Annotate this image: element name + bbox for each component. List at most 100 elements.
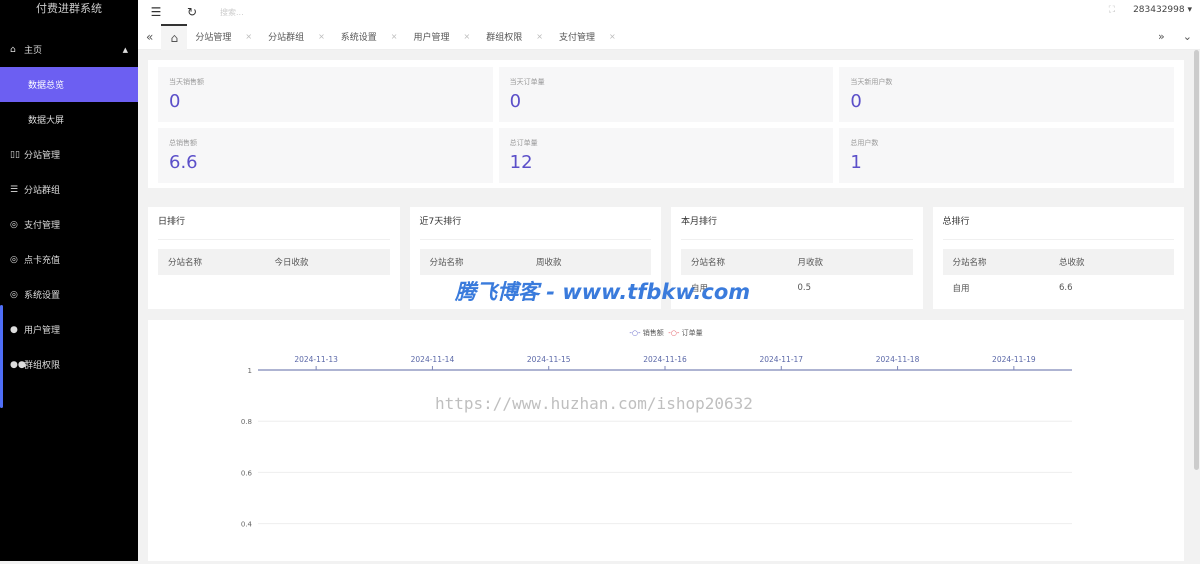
column-header: 总收款 bbox=[1049, 249, 1174, 275]
chart-legend: -○- 销售额 -○- 订单量 bbox=[629, 329, 703, 337]
tab-label: 系统设置 bbox=[340, 33, 377, 43]
sidebar-item[interactable]: ◎ 系统设置 bbox=[0, 277, 138, 312]
table-cell: 6.6 bbox=[1059, 283, 1073, 293]
app-title: 付费进群系统 bbox=[36, 2, 102, 15]
tab[interactable]: 分站群组 × bbox=[260, 24, 333, 50]
sidebar-item-label: 分站群组 bbox=[24, 186, 61, 196]
x-tick-label: 2024-11-18 bbox=[876, 355, 920, 364]
y-tick-label: 0.6 bbox=[241, 469, 253, 477]
user-menu[interactable]: 283432998 ▾ bbox=[1133, 5, 1192, 15]
stat-value: 0 bbox=[509, 91, 522, 112]
x-tick-label: 2024-11-16 bbox=[643, 355, 687, 364]
stat-label: 总销售额 bbox=[169, 139, 197, 147]
refresh-icon[interactable]: ↻ bbox=[174, 5, 210, 19]
sidebar-highlight bbox=[0, 305, 3, 408]
sidebar-item[interactable]: ☰ 分站群组 bbox=[0, 172, 138, 207]
tab-bar: « ⌂ 分站管理 × 分站群组 × 系统设置 × 用户管理 × 群组权限 × 支付管理 × » ⌄ bbox=[138, 23, 1200, 50]
close-icon[interactable]: × bbox=[318, 32, 325, 41]
sidebar-item-label: 数据总览 bbox=[28, 81, 65, 91]
sidebar-item-label: 系统设置 bbox=[24, 291, 61, 301]
shield-icon: ◎ bbox=[10, 254, 18, 265]
tab[interactable]: 支付管理 × bbox=[551, 24, 624, 50]
menu-toggle-icon[interactable]: ☰ bbox=[138, 5, 174, 19]
ranking-title: 本月排行 bbox=[681, 214, 913, 240]
sidebar-item[interactable]: ◎ 支付管理 bbox=[0, 207, 138, 242]
tab-label: 支付管理 bbox=[558, 33, 595, 43]
y-tick-label: 1 bbox=[248, 367, 252, 375]
top-bar: ☰ ↻ 搜索... ⛶ 283432998 ▾ bbox=[138, 0, 1200, 24]
table-cell: 自用 bbox=[952, 284, 970, 294]
sidebar-item[interactable]: 数据总览 bbox=[0, 67, 138, 102]
watermark: https://www.huzhan.com/ishop20632 bbox=[435, 394, 753, 413]
watermark: 腾飞博客 - www.tfbkw.com bbox=[455, 280, 751, 304]
sidebar-item[interactable]: ⌂ 主页 ▲ bbox=[0, 32, 138, 67]
tab[interactable]: 系统设置 × bbox=[333, 24, 406, 50]
tab-home[interactable]: ⌂ bbox=[161, 23, 188, 50]
stat-value: 0 bbox=[169, 91, 181, 112]
fullscreen-icon[interactable]: ⛶ bbox=[1109, 5, 1115, 15]
search-input[interactable]: 搜索... bbox=[220, 7, 244, 18]
sales-chart: -○- 销售额 -○- 订单量 10.80.60.40.22024-11-132… bbox=[148, 320, 1184, 561]
x-tick-label: 2024-11-13 bbox=[294, 355, 338, 364]
tab-label: 用户管理 bbox=[413, 33, 450, 43]
sidebar-item-label: 群组权限 bbox=[24, 361, 61, 371]
sidebar-item[interactable]: ●● 群组权限 bbox=[0, 347, 138, 382]
sidebar-item-label: 主页 bbox=[24, 46, 43, 56]
tab[interactable]: 群组权限 × bbox=[478, 24, 551, 50]
x-tick-label: 2024-11-15 bbox=[527, 355, 571, 364]
table-row: 自用 6.6 bbox=[943, 275, 1175, 301]
sidebar-nav: ⌂ 主页 ▲ 数据总览 数据大屏 ▯▯ 分站管理 ☰ 分站群组 ◎ 支付管理 ◎ 点卡充值 ◎ 系统设置 ● 用… bbox=[0, 32, 138, 382]
sidebar: 付费进群系统 ⌂ 主页 ▲ 数据总览数据大屏 ▯▯ 分站管理 ☰ 分站群组 ◎ 支付管理 ◎ 点卡充值… bbox=[0, 0, 138, 561]
stat-value: 6.6 bbox=[169, 152, 198, 173]
table-header: 分站名称 总收款 bbox=[942, 249, 1174, 275]
sidebar-item-label: 用户管理 bbox=[24, 326, 61, 336]
table-header: 分站名称 月收款 bbox=[681, 249, 913, 275]
sidebar-item-label: 支付管理 bbox=[24, 221, 61, 231]
legend-orders[interactable]: 订单量 bbox=[682, 329, 703, 337]
stat-card: 当天销售额 0 bbox=[158, 67, 493, 122]
chevron-down-icon[interactable]: ⌄ bbox=[1183, 30, 1192, 43]
sidebar-item[interactable]: ● 用户管理 bbox=[0, 312, 138, 347]
tab[interactable]: 用户管理 × bbox=[406, 24, 479, 50]
column-header: 分站名称 bbox=[158, 249, 265, 275]
scroll-left-icon[interactable]: « bbox=[138, 24, 161, 50]
close-icon[interactable]: × bbox=[391, 32, 398, 41]
close-icon[interactable]: × bbox=[245, 32, 252, 41]
stat-value: 1 bbox=[850, 152, 862, 173]
chart-plot: 10.80.60.40.22024-11-132024-11-142024-11… bbox=[241, 355, 1072, 529]
legend-sales[interactable]: 销售额 bbox=[643, 329, 664, 337]
stat-label: 当天订单量 bbox=[509, 78, 545, 86]
close-icon[interactable]: × bbox=[536, 32, 543, 41]
scroll-right-icon[interactable]: » bbox=[1158, 30, 1165, 43]
column-header: 分站名称 bbox=[681, 249, 788, 275]
stat-card: 总销售额 6.6 bbox=[158, 128, 493, 183]
tab[interactable]: 分站管理 × bbox=[187, 24, 260, 50]
sidebar-item[interactable]: ◎ 点卡充值 bbox=[0, 242, 138, 277]
stat-card: 当天订单量 0 bbox=[498, 67, 834, 122]
tab-label: 分站群组 bbox=[268, 33, 305, 43]
stat-card: 当天新用户数 0 bbox=[839, 67, 1174, 122]
table-header: 分站名称 今日收款 bbox=[158, 249, 390, 275]
users-icon: ●● bbox=[10, 359, 26, 370]
stat-card: 总用户数 1 bbox=[839, 128, 1174, 183]
caret-up-icon: ▲ bbox=[122, 45, 128, 54]
column-header: 分站名称 bbox=[942, 249, 1049, 275]
close-icon[interactable]: × bbox=[464, 32, 471, 41]
ranking-card: 总排行 分站名称 总收款 自用 6.6 bbox=[932, 207, 1184, 309]
stat-label: 总用户数 bbox=[850, 139, 879, 147]
stat-value: 0 bbox=[850, 91, 862, 112]
table-cell: 0.5 bbox=[797, 283, 812, 293]
table-header: 分站名称 周收款 bbox=[419, 249, 651, 275]
stat-value: 12 bbox=[509, 152, 533, 173]
shield-icon: ◎ bbox=[10, 289, 18, 300]
stat-label: 当天新用户数 bbox=[850, 78, 893, 86]
close-icon[interactable]: × bbox=[609, 32, 616, 41]
y-tick-label: 0.4 bbox=[241, 521, 253, 529]
shield-icon: ◎ bbox=[10, 219, 18, 230]
home-icon: ⌂ bbox=[10, 44, 16, 55]
page-scrollbar[interactable] bbox=[1194, 50, 1199, 470]
stats-panel: 当天销售额 0 当天订单量 0 当天新用户数 0 总销售额 6.6 总订单量 12 总用户数 1 bbox=[148, 60, 1184, 188]
sidebar-item[interactable]: ▯▯ 分站管理 bbox=[0, 137, 138, 172]
sidebar-item[interactable]: 数据大屏 bbox=[0, 102, 138, 137]
stat-label: 总订单量 bbox=[509, 139, 538, 147]
